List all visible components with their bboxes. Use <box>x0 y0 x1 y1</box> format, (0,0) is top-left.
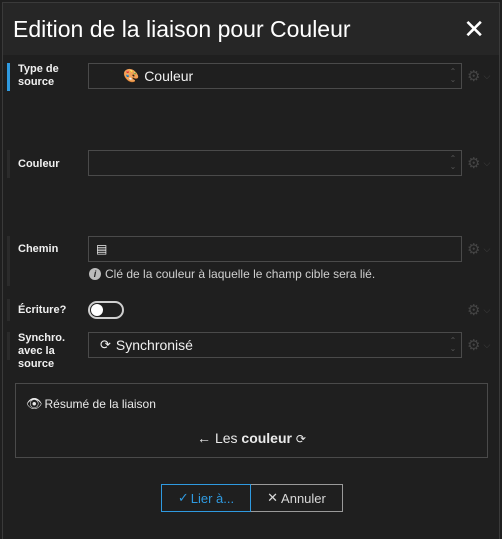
cancel-button[interactable]: ✕ Annuler <box>251 484 343 512</box>
gear-icon: ⚙ <box>467 241 481 258</box>
palette-icon: 🎨 <box>123 68 140 83</box>
dialog-actions: ✓ Lier à... ✕ Annuler <box>161 484 343 512</box>
close-icon[interactable]: ✕ <box>459 16 489 42</box>
write-options[interactable]: ⚙ ⌵ <box>467 297 497 323</box>
color-select[interactable]: ⌃ ⌄ <box>88 150 462 176</box>
chevron-down-icon: ⌵ <box>483 304 491 315</box>
sync-select[interactable]: ⟳ Synchronisé ⌃ ⌄ <box>88 332 462 358</box>
updown-icon: ⌃ ⌄ <box>449 336 457 353</box>
dialog-title: Edition de la liaison pour Couleur <box>13 15 351 42</box>
binding-dialog: Edition de la liaison pour Couleur ✕ Typ… <box>2 2 500 539</box>
gear-icon: ⚙ <box>467 337 481 354</box>
info-icon: i <box>89 268 101 280</box>
source-type-label: Type de source <box>7 63 86 91</box>
source-type-options[interactable]: ⚙ ⌵ <box>467 63 497 89</box>
cancel-label: Annuler <box>281 490 326 506</box>
chevron-down-icon: ⌵ <box>483 70 491 81</box>
summary-body: ← Les couleur ⟳ <box>16 430 487 446</box>
gear-icon: ⚙ <box>467 302 481 319</box>
binding-summary: 👁 Résumé de la liaison ← Les couleur ⟳ <box>15 383 488 458</box>
path-options[interactable]: ⚙ ⌵ <box>467 236 497 262</box>
updown-icon: ⌃ ⌄ <box>449 67 457 84</box>
sync-value: Synchronisé <box>115 337 193 353</box>
list-icon: ▤ <box>96 242 108 256</box>
dialog-header: Edition de la liaison pour Couleur ✕ <box>3 3 499 55</box>
source-type-select[interactable]: 🎨 Couleur ⌃ ⌄ <box>88 63 462 89</box>
chevron-down-icon: ⌵ <box>483 243 491 254</box>
check-icon: ✓ <box>177 490 189 505</box>
summary-title: Résumé de la liaison <box>44 397 156 411</box>
gear-icon: ⚙ <box>467 155 481 172</box>
sync-icon: ⟳ <box>295 432 306 446</box>
x-icon: ✕ <box>267 490 279 505</box>
bind-label: Lier à... <box>190 490 235 506</box>
gear-icon: ⚙ <box>467 68 481 85</box>
write-toggle[interactable] <box>88 301 124 319</box>
path-input[interactable]: ▤ <box>88 236 462 262</box>
bind-button[interactable]: ✓ Lier à... <box>161 484 251 512</box>
summary-prefix: Les <box>214 430 238 446</box>
eye-icon: 👁 <box>26 396 43 411</box>
path-hint-text: Clé de la couleur à laquelle le champ ci… <box>105 267 376 281</box>
sync-icon: ⟳ <box>100 337 111 352</box>
color-label: Couleur <box>7 150 86 178</box>
sync-label: Synchro. avec la source <box>7 332 86 370</box>
path-label: Chemin <box>7 236 75 286</box>
sync-options[interactable]: ⚙ ⌵ <box>467 332 497 358</box>
color-options[interactable]: ⚙ ⌵ <box>467 150 497 176</box>
arrow-left-icon: ← <box>197 430 212 446</box>
source-type-value: Couleur <box>144 68 194 84</box>
chevron-down-icon: ⌵ <box>483 157 491 168</box>
updown-icon: ⌃ ⌄ <box>449 154 457 171</box>
write-label: Écriture? <box>7 299 86 321</box>
path-hint: i Clé de la couleur à laquelle le champ … <box>89 267 375 281</box>
summary-header: 👁 Résumé de la liaison <box>26 396 156 412</box>
summary-bold: couleur <box>241 430 292 446</box>
toggle-knob <box>91 304 103 316</box>
chevron-down-icon: ⌵ <box>483 339 491 350</box>
